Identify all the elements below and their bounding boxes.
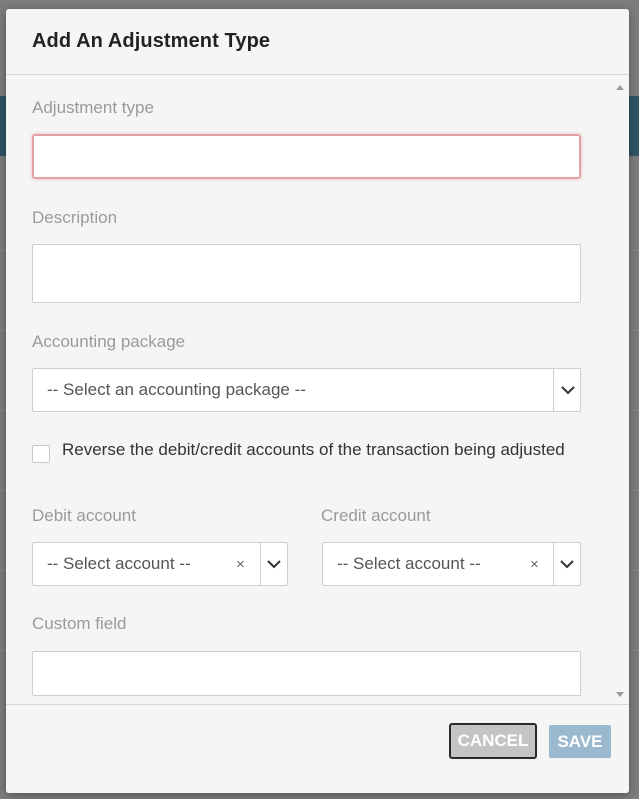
chevron-down-icon[interactable] — [261, 543, 287, 585]
dialog-title: Add An Adjustment Type — [32, 30, 271, 52]
description-label: Description — [32, 208, 118, 227]
chevron-down-icon[interactable] — [554, 369, 581, 411]
adjustment-type-label: Adjustment type — [32, 98, 154, 117]
custom-field-label: Custom field — [32, 614, 127, 633]
credit-account-label: Credit account — [321, 506, 431, 525]
accounting-package-selected: -- Select an accounting package -- — [47, 380, 306, 399]
debit-account-selected: -- Select account -- — [47, 554, 191, 573]
clear-icon[interactable]: × — [530, 543, 539, 585]
adjustment-type-input[interactable] — [32, 134, 581, 179]
scroll-down-arrow-icon[interactable] — [616, 692, 624, 697]
cancel-button[interactable]: CANCEL — [449, 723, 537, 759]
reverse-accounts-checkbox[interactable] — [32, 445, 50, 463]
debit-account-select[interactable]: -- Select account -- × — [32, 542, 288, 586]
custom-field-input[interactable] — [32, 651, 581, 696]
add-adjustment-type-dialog: Add An Adjustment Type Adjustment type D… — [6, 9, 629, 793]
accounting-package-label: Accounting package — [32, 332, 186, 351]
credit-account-selected: -- Select account -- — [337, 554, 481, 573]
reverse-accounts-label[interactable]: Reverse the debit/credit accounts of the… — [62, 440, 565, 460]
dialog-body: Adjustment type Description Accounting p… — [6, 76, 629, 704]
description-textarea[interactable] — [32, 244, 581, 303]
chevron-down-icon[interactable] — [554, 543, 580, 585]
dialog-header: Add An Adjustment Type — [6, 9, 629, 75]
accounting-package-select[interactable]: -- Select an accounting package -- — [32, 368, 581, 412]
debit-account-label: Debit account — [32, 506, 136, 525]
save-button[interactable]: SAVE — [549, 725, 611, 758]
clear-icon[interactable]: × — [236, 543, 245, 585]
dialog-footer: CANCEL SAVE — [6, 704, 629, 793]
dialog-scrollbar[interactable] — [612, 76, 629, 704]
scroll-up-arrow-icon[interactable] — [616, 85, 624, 90]
credit-account-select[interactable]: -- Select account -- × — [322, 542, 581, 586]
